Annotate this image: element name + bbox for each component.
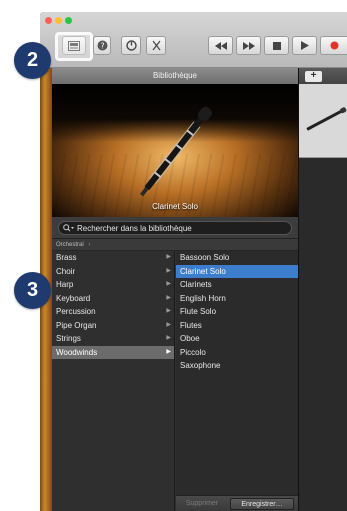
disclosure-arrow-icon: ▶ [166,254,171,260]
logic-window: ? Bibliothèque Clarinet Solo Rechercher … [40,12,347,511]
disclosure-arrow-icon: ▶ [166,321,171,328]
patch-item-piccolo[interactable]: Piccolo [176,346,298,360]
patch-item-flute-solo[interactable]: Flute Solo [176,305,298,319]
category-item-pipe-organ[interactable]: Pipe Organ ▶ [52,319,174,333]
disclosure-arrow-icon: ▶ [166,281,171,287]
svg-text:?: ? [100,42,104,51]
delete-button[interactable]: Supprimer [178,498,226,510]
category-label: Choir [56,266,76,276]
chevron-right-icon: › [88,242,91,248]
help-icon: ? [97,40,107,51]
category-item-percussion[interactable]: Percussion ▶ [52,305,174,319]
disclosure-arrow-icon: ▶ [166,348,171,355]
add-track-button[interactable]: + [305,71,322,82]
tracks-header: + [299,68,347,84]
record-icon [330,41,338,50]
search-icon [63,224,74,232]
patch-item-english-horn[interactable]: English Horn [176,292,298,306]
disclosure-arrow-icon: ▶ [166,308,171,314]
patch-label: Saxophone [180,361,221,370]
patch-item-flutes[interactable]: Flutes [176,319,298,333]
library-button-highlight [55,32,93,61]
patch-list: Bassoon Solo Clarinet Solo Clarinets Eng… [176,251,298,495]
category-label: Pipe Organ [56,320,97,330]
play-icon [300,41,309,50]
step-callout: 3 [14,272,51,309]
patch-item-clarinet-solo[interactable]: Clarinet Solo [176,264,298,278]
rewind-button[interactable] [208,36,233,55]
patch-label: Oboe [180,334,200,343]
category-item-woodwinds[interactable]: Woodwinds ▶ [52,345,174,359]
fast-forward-icon [242,41,255,50]
disclosure-arrow-icon: ▶ [166,335,171,341]
tracks-area: + [298,68,347,511]
patch-label: Clarinets [180,280,212,289]
search-bar: Rechercher dans la bibliothèque [52,217,298,239]
zoom-window-button[interactable] [65,17,72,24]
category-label: Harp [56,280,74,289]
category-label: Woodwinds [56,347,98,357]
library-title: Bibliothèque [52,68,298,84]
category-item-strings[interactable]: Strings ▶ [52,332,174,346]
category-list: Brass ▶ Choir ▶ Harp ▶ Keyboard ▶ Percussion… [52,251,175,511]
scissors-icon [152,40,160,51]
search-placeholder: Rechercher dans la bibliothèque [77,223,192,233]
smart-controls-icon [125,40,137,51]
category-item-harp[interactable]: Harp ▶ [52,278,174,292]
stop-icon [272,41,281,50]
track-header-clarinet[interactable] [299,84,347,158]
minimize-window-button[interactable] [55,17,62,24]
patch-label: Clarinet Solo [180,266,226,276]
category-item-brass[interactable]: Brass ▶ [52,251,174,265]
rewind-icon [214,41,227,50]
preview-caption: Clarinet Solo [152,202,198,211]
category-item-choir[interactable]: Choir ▶ [52,265,174,279]
disclosure-arrow-icon: ▶ [166,267,171,274]
save-button[interactable]: Enregistrer… [230,498,294,510]
category-label: Percussion [56,307,96,316]
category-label: Brass [56,253,77,262]
clarinet-image [140,106,213,197]
close-window-button[interactable] [45,17,52,24]
breadcrumb[interactable]: Orchestral › [52,239,298,251]
library-panel: Bibliothèque Clarinet Solo Rechercher da… [52,68,298,511]
stop-button[interactable] [264,36,289,55]
category-item-keyboard[interactable]: Keyboard ▶ [52,292,174,306]
record-button[interactable] [320,36,347,55]
patch-label: English Horn [180,293,226,303]
library-search-input[interactable]: Rechercher dans la bibliothèque [58,221,292,235]
help-button[interactable]: ? [93,36,111,55]
clarinet-thumbnail-icon [306,107,347,131]
disclosure-arrow-icon: ▶ [166,294,171,301]
library-footer: Supprimer Enregistrer… [176,495,298,511]
category-label: Keyboard [56,293,91,303]
editors-button[interactable] [146,36,166,55]
play-button[interactable] [292,36,317,55]
patch-item-bassoon-solo[interactable]: Bassoon Solo [176,251,298,265]
patch-item-oboe[interactable]: Oboe [176,332,298,346]
patch-item-saxophone[interactable]: Saxophone [176,359,298,373]
patch-label: Flute Solo [180,307,217,316]
patch-label: Flutes [180,320,202,330]
smart-controls-button[interactable] [121,36,141,55]
patch-label: Piccolo [180,347,206,357]
patch-item-clarinets[interactable]: Clarinets [176,278,298,292]
step-callout: 2 [14,42,51,79]
patch-label: Bassoon Solo [180,253,230,262]
fast-forward-button[interactable] [236,36,261,55]
category-label: Strings [56,334,81,343]
breadcrumb-label: Orchestral [56,242,84,248]
instrument-preview: Clarinet Solo [52,84,298,217]
